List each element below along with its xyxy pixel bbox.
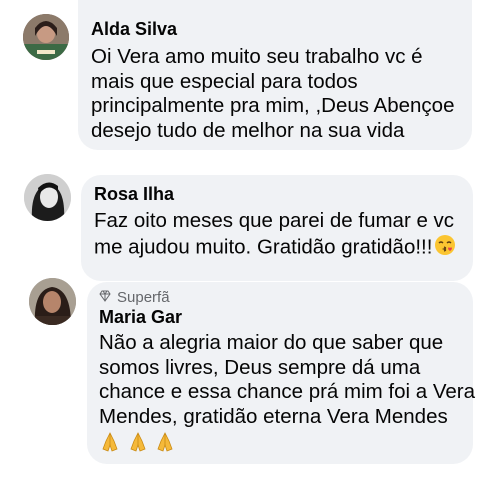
comment-line: principalmente pra mim, ,Deus Abençoe <box>91 94 455 118</box>
avatar-photo-icon <box>24 174 71 221</box>
avatar[interactable] <box>24 174 71 221</box>
comment-rosa-ilha: Rosa Ilha Faz oito meses que parei de fu… <box>0 160 500 281</box>
comment-emoji-line <box>99 431 475 460</box>
comment-line: Faz oito meses que parei de fumar e vc <box>94 209 455 232</box>
avatar-photo-icon <box>23 14 69 60</box>
comment-author-name[interactable]: Alda Silva <box>91 19 177 40</box>
comment-line: chance e essa chance prá mim foi a Vera <box>99 380 476 404</box>
avatar[interactable] <box>29 278 76 325</box>
comment-author-name[interactable]: Rosa Ilha <box>94 184 174 205</box>
comment-alda-silva: Alda Silva Oi Vera amo muito seu trabalh… <box>0 0 500 160</box>
avatar-photo-icon <box>29 278 76 325</box>
comment-line: somos livres, Deus sempre dá uma <box>99 355 421 379</box>
comment-line: me ajudou muito. Gratidão gratidão!!! <box>94 234 456 263</box>
comment-text: Não a alegria maior do que saber que som… <box>99 331 475 460</box>
comment-author-name[interactable]: Maria Gar <box>99 307 182 328</box>
comment-text: Oi Vera amo muito seu trabalho vc é mais… <box>91 45 455 143</box>
diamond-icon <box>99 289 111 306</box>
folded-hands-emoji-icon <box>154 431 176 460</box>
comment-line: Oi Vera amo muito seu trabalho vc é <box>91 45 423 68</box>
folded-hands-emoji-icon <box>127 431 149 460</box>
comment-line-text: me ajudou muito. Gratidão gratidão!!! <box>94 235 433 259</box>
avatar[interactable] <box>23 14 69 60</box>
comment-line: mais que especial para todos <box>91 69 358 93</box>
superfan-label: Superfã <box>117 289 170 306</box>
superfan-badge: Superfã <box>99 289 170 306</box>
kissing-face-emoji-icon <box>434 234 456 263</box>
folded-hands-emoji-icon <box>99 431 121 460</box>
comment-line: Não a alegria maior do que saber que <box>99 331 444 354</box>
comment-maria-gar: Superfã Maria Gar Não a alegria maior do… <box>0 270 500 487</box>
comment-line: Mendes, gratidão eterna Vera Mendes <box>99 404 448 428</box>
comment-text: Faz oito meses que parei de fumar e vc m… <box>94 209 456 262</box>
comment-line: desejo tudo de melhor na sua vida <box>91 118 405 142</box>
